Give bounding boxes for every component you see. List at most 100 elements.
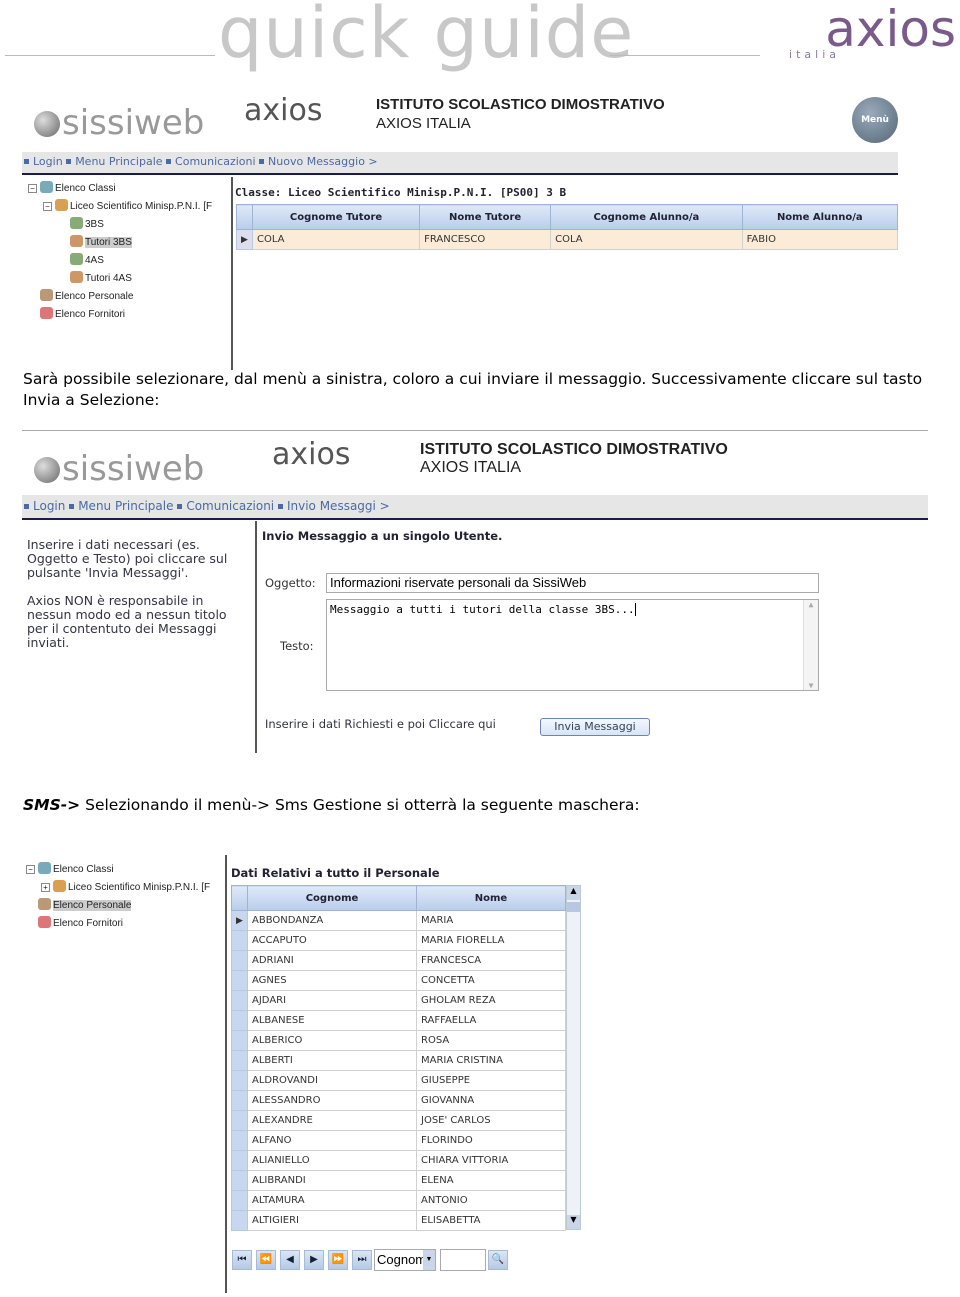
row-selector[interactable] <box>231 1010 248 1031</box>
tree-item-liceo[interactable]: − Liceo Scientifico Minisp.P.N.I. [F <box>28 198 212 216</box>
next-page-icon[interactable]: ⏩ <box>328 1250 348 1270</box>
help-text-2: Axios NON è responsabile in nessun modo … <box>27 593 227 650</box>
row-selector[interactable] <box>231 950 248 971</box>
row-selector[interactable] <box>231 990 248 1011</box>
panel-divider <box>255 521 257 753</box>
tree-item-elenco-personale[interactable]: Elenco Personale <box>26 897 210 915</box>
table-row[interactable]: ADRIANI FRANCESCA <box>231 950 566 971</box>
table-row[interactable]: ALBANESE RAFFAELLA <box>231 1010 566 1031</box>
cell-nome: FLORINDO <box>416 1130 566 1151</box>
col-cognome-alunno[interactable]: Cognome Alunno/a <box>550 204 743 230</box>
row-selector[interactable] <box>231 1130 248 1151</box>
menu-button[interactable]: Menù <box>852 97 898 143</box>
message-textarea[interactable]: Messaggio a tutti i tutori della classe … <box>326 599 819 691</box>
table-row[interactable]: ALTIGIERI ELISABETTA <box>231 1210 566 1231</box>
class-title: Classe: Liceo Scientifico Minisp.P.N.I. … <box>235 186 567 199</box>
scroll-down-icon[interactable]: ▼ <box>567 1215 580 1229</box>
table-row[interactable]: ALIBRANDI ELENA <box>231 1170 566 1191</box>
cell-nome: ELISABETTA <box>416 1210 566 1231</box>
col-nome[interactable]: Nome <box>416 885 566 911</box>
table-row[interactable]: ALEXANDRE JOSE' CARLOS <box>231 1110 566 1131</box>
table-row[interactable]: ▶ COLA FRANCESCO COLA FABIO <box>236 229 899 250</box>
search-icon[interactable]: 🔍 <box>488 1250 508 1270</box>
institute-name: ISTITUTO SCOLASTICO DIMOSTRATIVO <box>420 441 728 458</box>
scroll-up-icon[interactable]: ▲ <box>567 886 580 900</box>
row-selector[interactable] <box>231 1210 248 1231</box>
table-row[interactable]: ALBERTI MARIA CRISTINA <box>231 1050 566 1071</box>
cell: COLA <box>550 229 743 250</box>
search-field-select[interactable]: Cognom ▼ <box>374 1249 436 1271</box>
tree-item-elenco-classi[interactable]: − Elenco Classi <box>26 861 210 879</box>
last-page-icon[interactable]: ⏭ <box>352 1250 372 1270</box>
tree-item-elenco-classi[interactable]: − Elenco Classi <box>28 180 212 198</box>
cell-nome: GIOVANNA <box>416 1090 566 1111</box>
table-row[interactable]: ACCAPUTO MARIA FIORELLA <box>231 930 566 951</box>
form-title: Invio Messaggio a un singolo Utente. <box>262 529 503 543</box>
row-selector[interactable] <box>231 1090 248 1111</box>
row-selector[interactable] <box>231 1070 248 1091</box>
next-record-icon[interactable]: ▶ <box>304 1250 324 1270</box>
table-row[interactable]: ALBERICO ROSA <box>231 1030 566 1051</box>
tree-item-liceo[interactable]: + Liceo Scientifico Minisp.P.N.I. [F <box>26 879 210 897</box>
breadcrumb-login[interactable]: Login <box>24 499 65 513</box>
send-messages-button[interactable]: Invia Messaggi <box>540 718 650 736</box>
breadcrumb-comunicazioni[interactable]: Comunicazioni <box>166 155 256 168</box>
banner-rule-left <box>5 55 215 56</box>
row-selector[interactable] <box>231 930 248 951</box>
row-selector[interactable] <box>231 970 248 991</box>
breadcrumb-menu[interactable]: Menu Principale <box>66 155 163 168</box>
col-cognome-tutore[interactable]: Cognome Tutore <box>251 204 421 230</box>
cell-nome: FRANCESCA <box>416 950 566 971</box>
row-selector[interactable] <box>231 1150 248 1171</box>
row-selector[interactable] <box>231 1110 248 1131</box>
table-row[interactable]: ▶ ABBONDANZA MARIA <box>231 910 566 931</box>
message-text: Messaggio a tutti i tutori della classe … <box>330 603 635 616</box>
cell-cognome: ADRIANI <box>247 950 417 971</box>
table-row[interactable]: ALDROVANDI GIUSEPPE <box>231 1070 566 1091</box>
breadcrumb: Login Menu Principale Comunicazioni Invi… <box>22 495 928 520</box>
breadcrumb-current[interactable]: Nuovo Messaggio > <box>259 155 378 168</box>
breadcrumb-login[interactable]: Login <box>24 155 63 168</box>
table-row[interactable]: AGNES CONCETTA <box>231 970 566 991</box>
table-row[interactable]: ALTAMURA ANTONIO <box>231 1190 566 1211</box>
row-selector[interactable] <box>231 1170 248 1191</box>
breadcrumb-comunicazioni[interactable]: Comunicazioni <box>177 499 274 513</box>
subject-input[interactable]: Informazioni riservate personali da Siss… <box>326 573 819 593</box>
cell-cognome: AJDARI <box>247 990 417 1011</box>
tree-item-elenco-fornitori[interactable]: Elenco Fornitori <box>26 915 210 933</box>
tree-item-3bs[interactable]: 3BS <box>28 216 212 234</box>
prev-page-icon[interactable]: ⏪ <box>256 1250 276 1270</box>
tree-item-tutori-4as[interactable]: Tutori 4AS <box>28 270 212 288</box>
row-selector[interactable]: ▶ <box>231 910 248 931</box>
guide-title: quick guide <box>218 0 635 74</box>
tree-item-elenco-personale[interactable]: Elenco Personale <box>28 288 212 306</box>
first-page-icon[interactable]: ⏮ <box>232 1250 252 1270</box>
cell-nome: CONCETTA <box>416 970 566 991</box>
tree-item-tutori-3bs[interactable]: Tutori 3BS <box>28 234 212 252</box>
cell-nome: GIUSEPPE <box>416 1070 566 1091</box>
tree-item-4as[interactable]: 4AS <box>28 252 212 270</box>
table-row[interactable]: ALIANIELLO CHIARA VITTORIA <box>231 1150 566 1171</box>
row-selector[interactable] <box>231 1030 248 1051</box>
prev-record-icon[interactable]: ◀ <box>280 1250 300 1270</box>
tutors-table: Cognome Tutore Nome Tutore Cognome Alunn… <box>236 204 899 250</box>
row-selector[interactable] <box>231 1190 248 1211</box>
cell-nome: JOSE' CARLOS <box>416 1110 566 1131</box>
table-row[interactable]: ALESSANDRO GIOVANNA <box>231 1090 566 1111</box>
col-nome-tutore[interactable]: Nome Tutore <box>419 204 552 230</box>
table-scrollbar[interactable]: ▲ ▼ <box>566 885 581 1230</box>
tree-item-elenco-fornitori[interactable]: Elenco Fornitori <box>28 306 212 324</box>
table-row[interactable]: AJDARI GHOLAM REZA <box>231 990 566 1011</box>
scroll-thumb[interactable] <box>567 902 580 912</box>
breadcrumb-current[interactable]: Invio Messaggi > <box>277 499 390 513</box>
subject-label: Oggetto: <box>265 576 316 590</box>
col-nome-alunno[interactable]: Nome Alunno/a <box>741 204 899 230</box>
col-cognome[interactable]: Cognome <box>247 885 417 911</box>
breadcrumb-menu[interactable]: Menu Principale <box>69 499 173 513</box>
cell-cognome: ALBANESE <box>247 1010 417 1031</box>
search-input[interactable] <box>440 1249 486 1271</box>
table-row[interactable]: ALFANO FLORINDO <box>231 1130 566 1151</box>
textarea-scrollbar[interactable]: ▲ ▼ <box>803 600 818 690</box>
row-selector[interactable] <box>231 1050 248 1071</box>
menu-label: Menù <box>861 115 889 125</box>
